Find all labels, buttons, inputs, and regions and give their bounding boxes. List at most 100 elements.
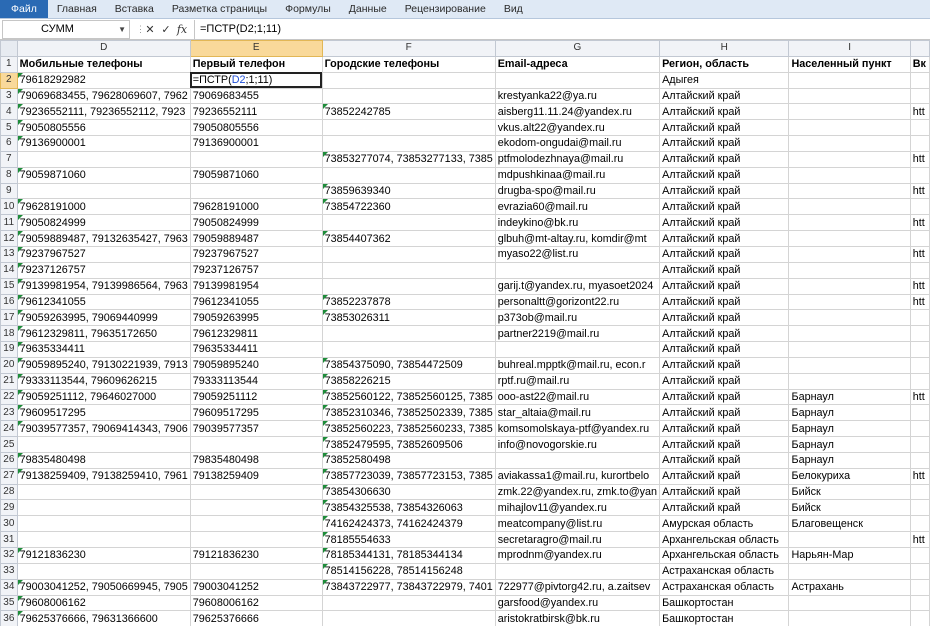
cell-j[interactable] [909,499,930,517]
row-header[interactable]: 15 [0,277,18,295]
cell-e[interactable]: 79608006162 [189,594,323,612]
cell-j[interactable] [909,451,930,469]
row-header[interactable]: 9 [0,182,18,200]
cell-d[interactable]: 79059889487, 79132635427, 7963 [16,230,191,247]
column-title-cell[interactable]: Населенный пункт [788,55,911,73]
cell-i[interactable] [788,103,911,121]
row-header[interactable]: 27 [0,467,18,485]
row-header[interactable]: 2 [0,71,18,89]
cell-i[interactable] [788,325,911,343]
cell-f[interactable] [321,214,496,232]
cell-d[interactable] [16,436,191,453]
enter-icon[interactable]: ✓ [158,23,174,36]
cell-j[interactable] [909,547,930,564]
cell-f[interactable] [321,71,496,89]
cell-f[interactable] [321,277,496,295]
cell-j[interactable] [909,594,930,612]
cell-e[interactable]: 79333113544 [189,372,323,390]
cell-h[interactable]: Алтайский край [659,436,790,453]
cell-h[interactable]: Алтайский край [659,356,790,374]
cell-e[interactable] [189,150,323,168]
cell-j[interactable]: htt [909,103,930,121]
cell-j[interactable] [909,261,930,279]
cell-d[interactable]: 79059251112, 79646027000 [16,388,191,406]
cell-e[interactable]: 79059263995 [189,309,323,327]
cell-d[interactable]: 79236552111, 79236552112, 7923 [16,103,191,121]
cell-h[interactable]: Алтайский край [659,420,790,438]
cell-e[interactable] [189,182,323,200]
cell-f[interactable] [321,119,496,137]
row-header[interactable]: 17 [0,309,18,327]
cell-f[interactable] [321,594,496,612]
cell-e[interactable]: 79059889487 [189,230,323,247]
cell-d[interactable] [16,150,191,168]
cell-e[interactable]: 79050824999 [189,214,323,232]
cell-f[interactable]: 73852479595, 73852609506 [321,436,496,453]
cell-d[interactable]: 79237967527 [16,245,191,263]
cell-i[interactable] [788,356,911,374]
row-header[interactable]: 23 [0,404,18,422]
row-header[interactable]: 10 [0,198,18,216]
row-header[interactable]: 35 [0,594,18,612]
cell-d[interactable]: 79237126757 [16,261,191,279]
cell-j[interactable] [909,436,930,453]
cell-e[interactable]: 79625376666 [189,610,323,626]
cell-d[interactable]: 79612329811, 79635172650 [16,325,191,343]
select-all-corner[interactable] [0,40,18,57]
cell-j[interactable] [909,135,930,152]
cell-e[interactable] [189,499,323,517]
cell-g[interactable]: krestyanka22@ya.ru [494,87,661,105]
cell-e[interactable] [189,436,323,453]
cell-j[interactable]: htt [909,467,930,485]
cell-i[interactable]: Благовещенск [788,515,911,533]
row-header[interactable]: 30 [0,515,18,533]
cell-f[interactable]: 73858226215 [321,372,496,390]
cell-h[interactable]: Алтайский край [659,230,790,247]
cell-g[interactable]: ooo-ast22@mail.ru [494,388,661,406]
column-title-cell[interactable]: Городские телефоны [321,55,496,73]
cell-f[interactable] [321,166,496,184]
cell-d[interactable]: 79139981954, 79139986564, 7963 [16,277,191,295]
cell-d[interactable]: 79612341055 [16,293,191,311]
cell-h[interactable]: Астраханская область [659,578,790,596]
cell-i[interactable] [788,135,911,152]
cell-h[interactable]: Алтайский край [659,245,790,263]
cell-d[interactable] [16,182,191,200]
cell-e[interactable]: 79628191000 [189,198,323,216]
cell-i[interactable]: Барнаул [788,436,911,453]
cell-h[interactable]: Алтайский край [659,119,790,137]
row-header[interactable]: 12 [0,230,18,247]
row-header[interactable]: 32 [0,547,18,564]
cell-i[interactable]: Белокуриха [788,467,911,485]
cell-f[interactable]: 73854306630 [321,483,496,501]
cell-f[interactable] [321,245,496,263]
cell-d[interactable]: 79059871060 [16,166,191,184]
cell-e[interactable]: 79069683455 [189,87,323,105]
cell-g[interactable]: glbuh@mt-altay.ru, komdir@mt [494,230,661,247]
cell-g[interactable]: aristokratbirsk@bk.ru [494,610,661,626]
column-title-cell[interactable]: Регион, область [659,55,790,73]
cell-d[interactable] [16,483,191,501]
cell-f[interactable]: 78185554633 [321,531,496,548]
cell-d[interactable]: 79625376666, 79631366600 [16,610,191,626]
cell-g[interactable]: vkus.alt22@yandex.ru [494,119,661,137]
row-header[interactable]: 26 [0,451,18,469]
cell-g[interactable]: buhreal.mpptk@mail.ru, econ.r [494,356,661,374]
column-header-I[interactable]: I [788,40,911,57]
cell-h[interactable]: Алтайский край [659,103,790,121]
row-header[interactable]: 5 [0,119,18,137]
cell-h[interactable]: Астраханская область [659,562,790,580]
cell-e[interactable]: 79612341055 [189,293,323,311]
cell-d[interactable] [16,531,191,548]
cell-d[interactable]: 79609517295 [16,404,191,422]
row-header[interactable]: 19 [0,341,18,358]
cell-j[interactable] [909,71,930,89]
cell-e[interactable]: 79136900001 [189,135,323,152]
cell-i[interactable] [788,610,911,626]
cell-d[interactable]: 79050824999 [16,214,191,232]
cell-j[interactable]: htt [909,388,930,406]
cell-f[interactable]: 73852310346, 73852502339, 7385 [321,404,496,422]
cell-j[interactable] [909,372,930,390]
cell-j[interactable] [909,562,930,580]
cell-j[interactable] [909,230,930,247]
